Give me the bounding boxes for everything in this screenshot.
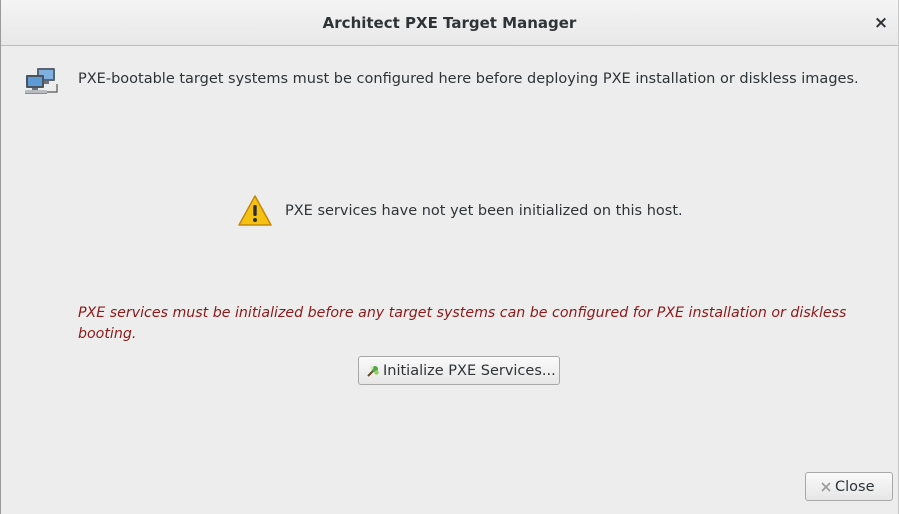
initialize-pxe-services-button[interactable]: Initialize PXE Services... (358, 356, 560, 385)
warning-text: PXE services have not yet been initializ… (285, 203, 683, 219)
close-button[interactable]: Close (805, 472, 893, 501)
info-text: PXE-bootable target systems must be conf… (78, 71, 859, 87)
warning-icon (238, 195, 272, 226)
initialize-icon (367, 365, 379, 377)
close-icon (821, 481, 831, 492)
title-bar: Architect PXE Target Manager × (1, 0, 898, 46)
window-close-icon[interactable]: × (872, 14, 890, 32)
error-text: PXE services must be initialized before … (78, 305, 847, 342)
pxe-target-manager-dialog: Architect PXE Target Manager × PXE-boota… (0, 0, 899, 514)
window-title: Architect PXE Target Manager (322, 14, 577, 32)
close-label: Close (835, 478, 875, 495)
initialize-label: Initialize PXE Services... (383, 362, 556, 379)
network-computers-icon (25, 68, 58, 94)
